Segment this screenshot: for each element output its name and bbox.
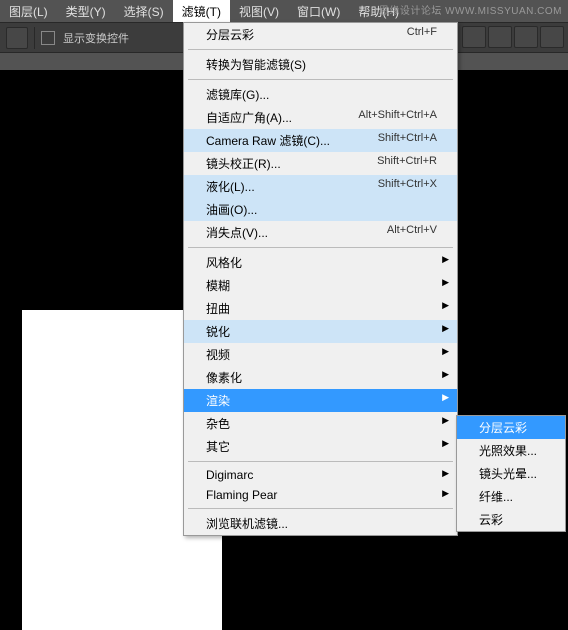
chevron-right-icon: ▶ (442, 300, 449, 311)
chevron-right-icon: ▶ (442, 254, 449, 265)
menu-item[interactable]: 模糊 ▶ (184, 274, 457, 297)
menu-item[interactable]: 风格化 ▶ (184, 251, 457, 274)
filter-dropdown: 分层云彩 Ctrl+F 转换为智能滤镜(S) 滤镜库(G)... 自适应广角(A)...… (183, 22, 458, 536)
submenu-item-label: 光照效果... (479, 442, 537, 459)
menu-item-label: Flaming Pear (206, 488, 277, 502)
chevron-right-icon: ▶ (442, 346, 449, 357)
menu-item[interactable]: 转换为智能滤镜(S) (184, 53, 457, 76)
submenu-item[interactable]: 光照效果... (457, 439, 565, 462)
menu-item[interactable]: 油画(O)... (184, 198, 457, 221)
submenu-item-label: 分层云彩 (479, 419, 527, 436)
toolbar-right (458, 22, 568, 52)
menu-item[interactable]: 杂色 ▶ (184, 412, 457, 435)
menu-item-label: 锐化 (206, 323, 230, 340)
menubar-item[interactable]: 图层(L) (0, 0, 57, 22)
submenu-item[interactable]: 纤维... (457, 485, 565, 508)
menu-item-label: 视频 (206, 346, 230, 363)
menu-shortcut: Ctrl+F (407, 26, 437, 43)
menubar-item[interactable]: 视图(V) (230, 0, 288, 22)
checkbox-label: 显示变换控件 (63, 30, 129, 46)
menu-item[interactable]: 扭曲 ▶ (184, 297, 457, 320)
menu-item-label: 像素化 (206, 369, 242, 386)
tool-button-1[interactable] (6, 27, 28, 49)
align-btn-3[interactable] (514, 26, 538, 48)
menubar-item[interactable]: 窗口(W) (288, 0, 349, 22)
menu-separator (188, 49, 453, 50)
chevron-right-icon: ▶ (442, 415, 449, 426)
submenu-item-label: 云彩 (479, 511, 503, 528)
menubar-item[interactable]: 滤镜(T) (173, 0, 230, 22)
chevron-right-icon: ▶ (442, 488, 449, 499)
submenu-item-label: 纤维... (479, 488, 513, 505)
chevron-right-icon: ▶ (442, 392, 449, 403)
render-submenu: 分层云彩光照效果... 镜头光晕... 纤维... 云彩 (456, 415, 566, 532)
menu-item-label: 滤镜库(G)... (206, 86, 269, 103)
menu-item[interactable]: Flaming Pear ▶ (184, 485, 457, 505)
chevron-right-icon: ▶ (442, 468, 449, 479)
menu-item-label: 扭曲 (206, 300, 230, 317)
menu-item-label: 镜头校正(R)... (206, 155, 281, 172)
submenu-item[interactable]: 分层云彩 (457, 416, 565, 439)
show-transform-checkbox[interactable] (41, 31, 55, 45)
menu-item-label: 杂色 (206, 415, 230, 432)
menu-item[interactable]: 浏览联机滤镜... (184, 512, 457, 535)
menu-item[interactable]: 分层云彩 Ctrl+F (184, 23, 457, 46)
menu-item[interactable]: 滤镜库(G)... (184, 83, 457, 106)
menu-shortcut: Shift+Ctrl+A (378, 132, 437, 149)
menu-item-label: 液化(L)... (206, 178, 255, 195)
submenu-item[interactable]: 镜头光晕... (457, 462, 565, 485)
chevron-right-icon: ▶ (442, 369, 449, 380)
menu-item-label: 转换为智能滤镜(S) (206, 56, 306, 73)
menu-item[interactable]: 镜头校正(R)... Shift+Ctrl+R (184, 152, 457, 175)
menu-item[interactable]: 液化(L)... Shift+Ctrl+X (184, 175, 457, 198)
watermark: 思缘设计论坛 WWW.MISSYUAN.COM (379, 2, 562, 17)
chevron-right-icon: ▶ (442, 323, 449, 334)
menu-separator (188, 79, 453, 80)
menu-item[interactable]: 渲染 ▶ (184, 389, 457, 412)
menu-item-label: 分层云彩 (206, 26, 254, 43)
submenu-item-label: 镜头光晕... (479, 465, 537, 482)
align-btn-1[interactable] (462, 26, 486, 48)
menu-item[interactable]: 像素化 ▶ (184, 366, 457, 389)
menu-shortcut: Shift+Ctrl+R (377, 155, 437, 172)
align-btn-2[interactable] (488, 26, 512, 48)
menu-item[interactable]: Digimarc ▶ (184, 465, 457, 485)
menu-item[interactable]: 消失点(V)... Alt+Ctrl+V (184, 221, 457, 244)
menu-shortcut: Alt+Shift+Ctrl+A (358, 109, 437, 126)
menubar-item[interactable]: 类型(Y) (57, 0, 115, 22)
menu-item-label: 风格化 (206, 254, 242, 271)
menu-item[interactable]: 锐化 ▶ (184, 320, 457, 343)
menu-item-label: Digimarc (206, 468, 253, 482)
menu-item-label: 油画(O)... (206, 201, 257, 218)
menu-item[interactable]: Camera Raw 滤镜(C)... Shift+Ctrl+A (184, 129, 457, 152)
menubar-item[interactable]: 选择(S) (115, 0, 173, 22)
menu-item[interactable]: 其它 ▶ (184, 435, 457, 458)
menu-item-label: 消失点(V)... (206, 224, 268, 241)
chevron-right-icon: ▶ (442, 277, 449, 288)
menu-shortcut: Shift+Ctrl+X (378, 178, 437, 195)
align-btn-4[interactable] (540, 26, 564, 48)
menu-item-label: 自适应广角(A)... (206, 109, 292, 126)
divider (34, 27, 35, 49)
menu-item-label: 渲染 (206, 392, 230, 409)
menu-item-label: 其它 (206, 438, 230, 455)
menu-item[interactable]: 视频 ▶ (184, 343, 457, 366)
menu-separator (188, 461, 453, 462)
menu-item-label: Camera Raw 滤镜(C)... (206, 132, 330, 149)
menu-item-label: 浏览联机滤镜... (206, 515, 288, 532)
chevron-right-icon: ▶ (442, 438, 449, 449)
menu-item-label: 模糊 (206, 277, 230, 294)
menu-shortcut: Alt+Ctrl+V (387, 224, 437, 241)
menu-separator (188, 508, 453, 509)
menu-item[interactable]: 自适应广角(A)... Alt+Shift+Ctrl+A (184, 106, 457, 129)
submenu-item[interactable]: 云彩 (457, 508, 565, 531)
menu-separator (188, 247, 453, 248)
